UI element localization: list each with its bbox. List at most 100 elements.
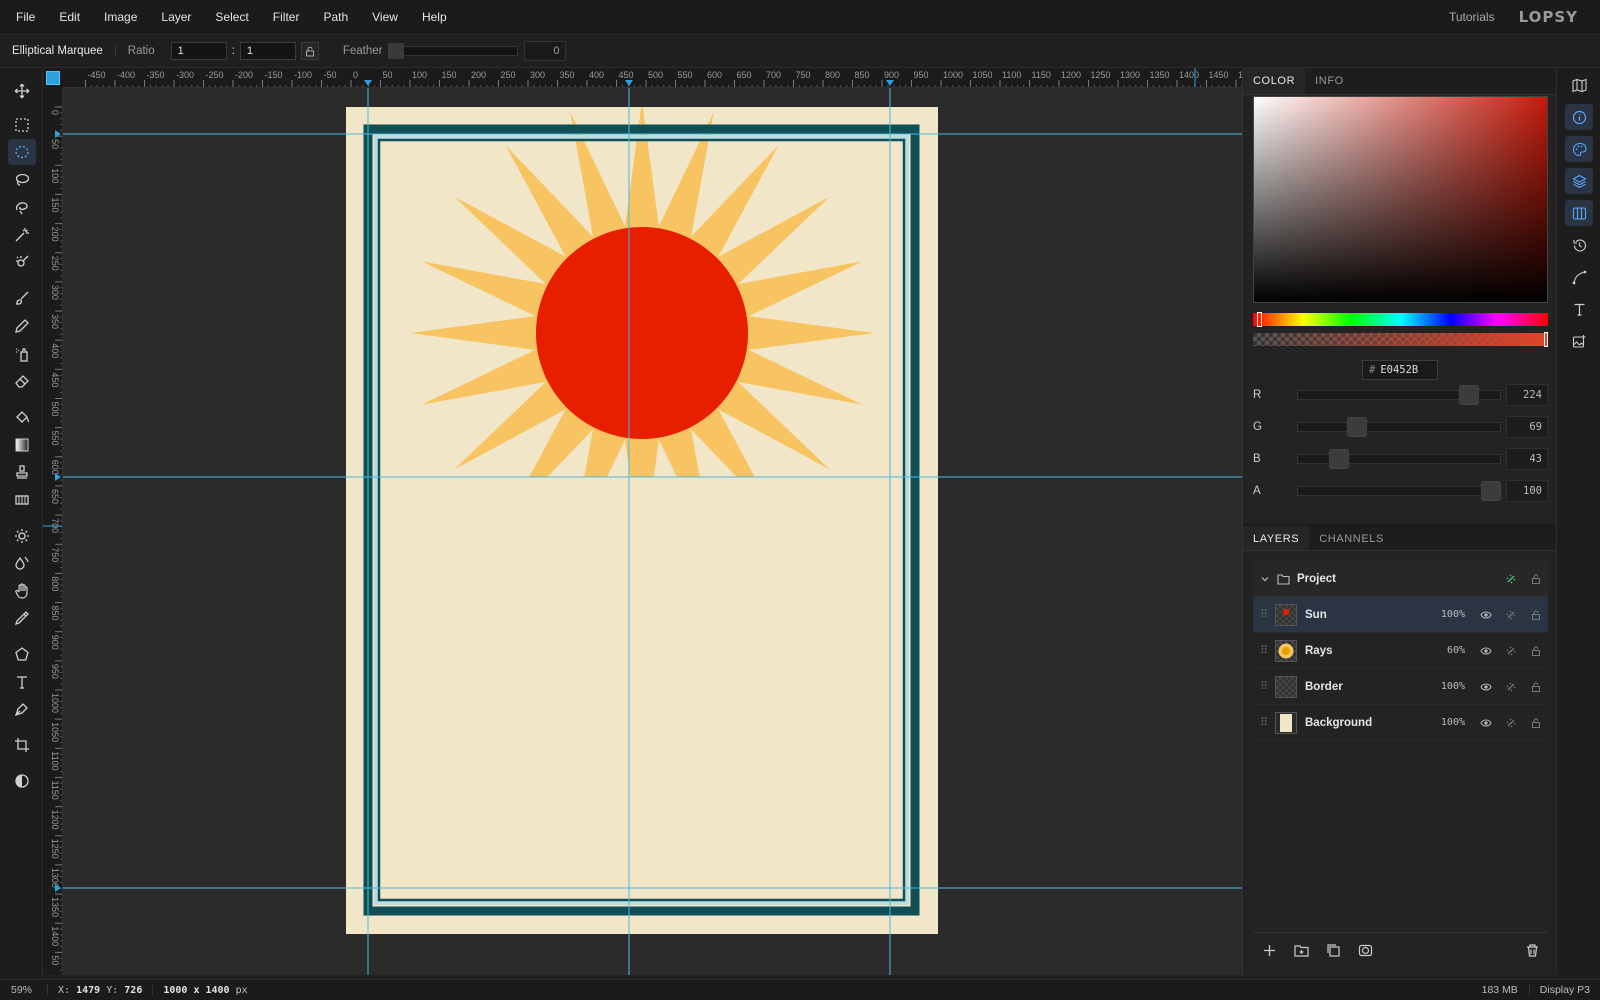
link-icon[interactable]: [1498, 573, 1523, 585]
alpha-value-input[interactable]: 100: [1506, 480, 1548, 502]
green-slider-thumb[interactable]: [1347, 417, 1368, 437]
blue-slider[interactable]: [1296, 449, 1502, 469]
drag-handle-icon[interactable]: ⠿: [1253, 644, 1275, 657]
paths-panel-button[interactable]: [1565, 264, 1593, 290]
link-icon[interactable]: [1498, 717, 1523, 729]
tutorials-link[interactable]: Tutorials: [1449, 10, 1495, 24]
crop-tool-button[interactable]: [8, 732, 36, 758]
menu-select[interactable]: Select: [203, 10, 260, 24]
feather-slider-thumb[interactable]: [388, 43, 405, 59]
horizontal-ruler[interactable]: -450 -400 -350 -300 -250 -200 -150 -100 -50 0 50 10…: [63, 68, 1242, 88]
layer-group-project[interactable]: Project: [1253, 561, 1548, 597]
ratio-height-input[interactable]: 1: [239, 42, 296, 60]
channels-panel-button[interactable]: [1565, 200, 1593, 226]
eye-icon[interactable]: [1473, 681, 1498, 693]
history-panel-button[interactable]: [1565, 232, 1593, 258]
blur-tool-button[interactable]: [8, 550, 36, 576]
alpha-slider-thumb[interactable]: [1544, 332, 1548, 347]
eraser-tool-button[interactable]: [8, 368, 36, 394]
menu-view[interactable]: View: [360, 10, 410, 24]
feather-value[interactable]: 0: [524, 41, 567, 61]
pattern-tool-button[interactable]: [8, 487, 36, 513]
layers-panel-button[interactable]: [1565, 168, 1593, 194]
menu-path[interactable]: Path: [311, 10, 360, 24]
smudge-tool-button[interactable]: [8, 578, 36, 604]
pencil-tool-button[interactable]: [8, 313, 36, 339]
alpha-channel-slider-thumb[interactable]: [1480, 481, 1501, 501]
mask-mode-button[interactable]: [8, 768, 36, 794]
ratio-width-input[interactable]: 1: [170, 42, 227, 60]
gradient-tool-button[interactable]: [8, 432, 36, 458]
ratio-lock-button[interactable]: [300, 42, 319, 60]
magnetic-lasso-tool-button[interactable]: [8, 195, 36, 221]
red-slider-thumb[interactable]: [1458, 385, 1479, 405]
rect-marquee-tool-button[interactable]: [8, 112, 36, 138]
lock-icon[interactable]: [1523, 609, 1548, 621]
brush-tool-button[interactable]: [8, 285, 36, 311]
drag-handle-icon[interactable]: ⠿: [1253, 716, 1275, 729]
duplicate-layer-button[interactable]: [1317, 937, 1349, 965]
text-tool-button[interactable]: [8, 669, 36, 695]
tab-info[interactable]: INFO: [1305, 68, 1354, 94]
stamp-tool-button[interactable]: [8, 459, 36, 485]
pen-tool-button[interactable]: [8, 696, 36, 722]
hex-input[interactable]: # E0452B: [1362, 360, 1438, 380]
alpha-channel-slider[interactable]: [1296, 481, 1502, 501]
layer-opacity[interactable]: 100%: [1425, 681, 1465, 692]
green-slider[interactable]: [1296, 417, 1502, 437]
document-canvas[interactable]: [63, 88, 1242, 975]
eyedropper-tool-button[interactable]: [8, 605, 36, 631]
guide-marker[interactable]: [625, 80, 633, 86]
menu-edit[interactable]: Edit: [47, 10, 92, 24]
ruler-origin-square[interactable]: [46, 71, 60, 85]
vertical-ruler[interactable]: 0 50 100 150 200 250 300 350 400 450 500 550 600 650 7…: [43, 88, 63, 975]
image-panel-button[interactable]: [1565, 328, 1593, 354]
quick-select-tool-button[interactable]: [8, 249, 36, 275]
red-slider[interactable]: [1296, 385, 1502, 405]
fill-tool-button[interactable]: [8, 404, 36, 430]
info-panel-button[interactable]: [1565, 104, 1593, 130]
drag-handle-icon[interactable]: ⠿: [1253, 680, 1275, 693]
lock-icon[interactable]: [1523, 681, 1548, 693]
menu-image[interactable]: Image: [92, 10, 149, 24]
lasso-tool-button[interactable]: [8, 167, 36, 193]
guide-marker[interactable]: [364, 80, 372, 86]
menu-help[interactable]: Help: [410, 10, 459, 24]
move-tool-button[interactable]: [8, 78, 36, 104]
guide-marker[interactable]: [55, 130, 61, 138]
hue-slider-thumb[interactable]: [1257, 312, 1262, 327]
menu-filter[interactable]: Filter: [261, 10, 312, 24]
layer-opacity[interactable]: 100%: [1425, 609, 1465, 620]
layer-opacity[interactable]: 60%: [1425, 645, 1465, 656]
layer-mask-button[interactable]: [1349, 937, 1381, 965]
eye-icon[interactable]: [1473, 645, 1498, 657]
layer-row-rays[interactable]: ⠿ Rays 60%: [1253, 633, 1548, 669]
eye-icon[interactable]: [1473, 717, 1498, 729]
character-panel-button[interactable]: [1565, 296, 1593, 322]
eye-icon[interactable]: [1473, 609, 1498, 621]
magic-wand-tool-button[interactable]: [8, 222, 36, 248]
layer-row-background[interactable]: ⠿ Background 100%: [1253, 705, 1548, 741]
green-value-input[interactable]: 69: [1506, 416, 1548, 438]
zoom-level[interactable]: 59%: [0, 984, 48, 996]
delete-layer-button[interactable]: [1516, 937, 1548, 965]
shape-tool-button[interactable]: [8, 641, 36, 667]
feather-slider[interactable]: [388, 43, 519, 59]
link-icon[interactable]: [1498, 645, 1523, 657]
chevron-down-icon[interactable]: [1253, 574, 1277, 584]
canvas-workspace[interactable]: [63, 88, 1242, 975]
lock-icon[interactable]: [1523, 573, 1548, 585]
spray-tool-button[interactable]: [8, 341, 36, 367]
layer-row-sun[interactable]: ⠿ Sun 100%: [1253, 597, 1548, 633]
blue-slider-thumb[interactable]: [1328, 449, 1349, 469]
tab-layers[interactable]: LAYERS: [1243, 526, 1310, 550]
alpha-slider[interactable]: [1253, 332, 1548, 347]
color-profile[interactable]: Display P3: [1530, 984, 1600, 996]
link-icon[interactable]: [1498, 609, 1523, 621]
dodge-tool-button[interactable]: [8, 523, 36, 549]
menu-file[interactable]: File: [0, 10, 47, 24]
hue-slider[interactable]: [1253, 312, 1548, 327]
ruler-corner[interactable]: [43, 68, 63, 88]
lock-icon[interactable]: [1523, 717, 1548, 729]
ellipse-marquee-tool-button[interactable]: [8, 139, 36, 165]
